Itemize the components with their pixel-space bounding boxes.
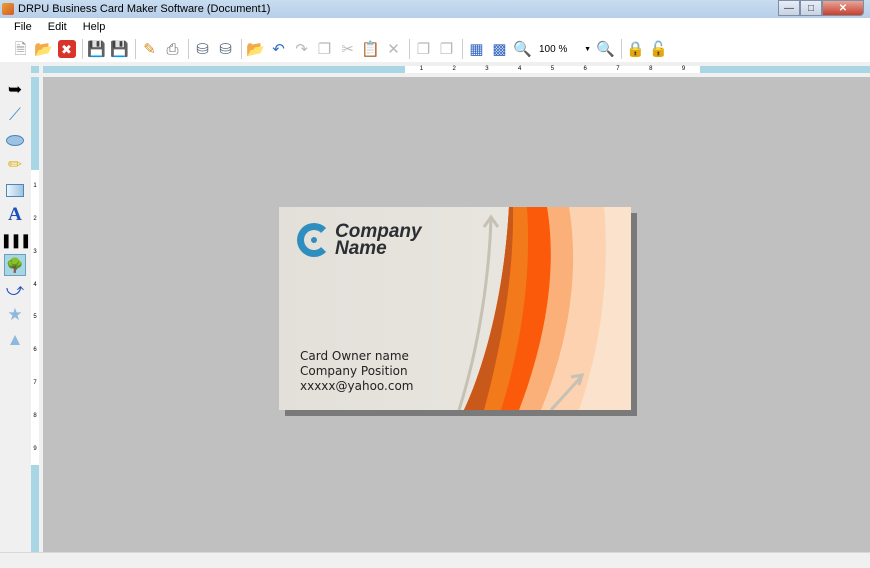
- minimize-button[interactable]: —: [778, 0, 800, 16]
- edit-icon[interactable]: ✎: [139, 39, 160, 60]
- redo-icon[interactable]: ↷: [291, 39, 312, 60]
- ruler-label: 9: [33, 445, 37, 452]
- ruler-corner: [31, 66, 39, 73]
- ruler-label: 8: [649, 66, 653, 72]
- ruler-label: 5: [33, 314, 37, 321]
- ruler-label: 6: [33, 347, 37, 354]
- title-bar: DRPU Business Card Maker Software (Docum…: [0, 0, 870, 18]
- ruler-label: 6: [583, 66, 587, 72]
- chevron-down-icon: ▼: [584, 45, 591, 53]
- barcode-tool-icon[interactable]: ❚❚❚: [0, 229, 31, 251]
- ruler-label: 3: [33, 248, 37, 255]
- lock-icon[interactable]: 🔒: [625, 39, 646, 60]
- print-icon[interactable]: ⎙: [162, 39, 183, 60]
- unlock-icon[interactable]: 🔓: [648, 39, 669, 60]
- app-icon: [2, 3, 14, 15]
- card-owner-name: Card Owner name: [300, 349, 409, 363]
- text-tool-icon[interactable]: A: [4, 204, 26, 226]
- ruler-label: 8: [33, 412, 37, 419]
- triangle-tool-icon[interactable]: ▲: [4, 329, 26, 351]
- paste-icon[interactable]: 📋: [360, 39, 381, 60]
- tools-panel: ➥ ⟋ ✏ A ❚❚❚ 🌳 ⤻ ★ ▲: [0, 66, 32, 552]
- close-document-icon[interactable]: ✖: [56, 39, 77, 60]
- export-folder-icon[interactable]: 📂: [245, 39, 266, 60]
- zoom-value: 100 %: [539, 43, 568, 55]
- bring-front-icon[interactable]: ❐: [413, 39, 434, 60]
- curve-tool-icon[interactable]: ⤻: [4, 279, 26, 301]
- send-back-icon[interactable]: ❐: [436, 39, 457, 60]
- save-icon[interactable]: 💾: [86, 39, 107, 60]
- ruler-label: 1: [419, 66, 424, 72]
- ruler-label: 7: [616, 66, 620, 72]
- menu-file[interactable]: File: [14, 21, 32, 33]
- new-icon[interactable]: 🗎: [10, 39, 31, 60]
- logo-swirl-icon: [297, 223, 331, 257]
- zoom-out-icon[interactable]: 🔍: [595, 39, 616, 60]
- zoom-in-icon[interactable]: 🔍: [512, 39, 533, 60]
- close-button[interactable]: ✕: [822, 0, 864, 16]
- ruler-label: 4: [33, 281, 37, 288]
- pencil-tool-icon[interactable]: ✏: [4, 154, 26, 176]
- rectangle-tool-icon[interactable]: [4, 179, 26, 201]
- design-canvas[interactable]: Company Name Card Owner name Company Posi…: [43, 77, 870, 552]
- menu-edit[interactable]: Edit: [48, 21, 67, 33]
- ruler-label: 4: [518, 66, 522, 72]
- copy-icon[interactable]: ❐: [314, 39, 335, 60]
- cut-icon[interactable]: ✂: [337, 39, 358, 60]
- save-as-icon[interactable]: 💾: [109, 39, 130, 60]
- grid-icon[interactable]: ▦: [466, 39, 487, 60]
- image-tool-icon[interactable]: 🌳: [4, 254, 26, 276]
- open-icon[interactable]: 📂: [33, 39, 54, 60]
- undo-icon[interactable]: ↶: [268, 39, 289, 60]
- ellipse-tool-icon[interactable]: [4, 129, 26, 151]
- ruler-label: 2: [33, 216, 37, 223]
- status-bar: [0, 552, 870, 568]
- menu-help[interactable]: Help: [83, 21, 106, 33]
- company-position: Company Position: [300, 364, 408, 378]
- ruler-label: 9: [681, 66, 686, 72]
- ruler-label: 2: [452, 66, 456, 72]
- star-tool-icon[interactable]: ★: [4, 304, 26, 326]
- maximize-button[interactable]: □: [800, 0, 822, 16]
- vertical-ruler: 1 2 3 4 5 6 7 8 9: [31, 77, 39, 552]
- line-tool-icon[interactable]: ⟋: [4, 104, 26, 126]
- database-icon[interactable]: ⛁: [215, 39, 236, 60]
- delete-icon[interactable]: ✕: [383, 39, 404, 60]
- zoom-select[interactable]: 100 % ▼: [535, 40, 595, 58]
- ruler-label: 5: [550, 66, 555, 72]
- ruler-label: 7: [33, 379, 37, 386]
- window-title: DRPU Business Card Maker Software (Docum…: [18, 3, 271, 15]
- company-name-line2: Name: [335, 238, 387, 259]
- ruler-label: 1: [33, 183, 37, 190]
- business-card[interactable]: Company Name Card Owner name Company Posi…: [279, 207, 631, 410]
- database-add-icon[interactable]: ⛁: [192, 39, 213, 60]
- checker-grid-icon[interactable]: ▩: [489, 39, 510, 60]
- menu-bar: File Edit Help: [0, 18, 870, 36]
- company-logo: Company Name: [297, 222, 422, 259]
- email-address: xxxxx@yahoo.com: [300, 379, 414, 393]
- select-move-tool-icon[interactable]: ➥: [4, 79, 26, 101]
- ruler-label: 3: [485, 66, 489, 72]
- horizontal-ruler: 1 2 3 4 5 6 7 8 9: [43, 66, 870, 73]
- toolbar: 🗎 📂 ✖ 💾 💾 ✎ ⎙ ⛁ ⛁ 📂 ↶ ↷ ❐ ✂ 📋 ✕ ❐ ❐ ▦ ▩ …: [0, 36, 870, 62]
